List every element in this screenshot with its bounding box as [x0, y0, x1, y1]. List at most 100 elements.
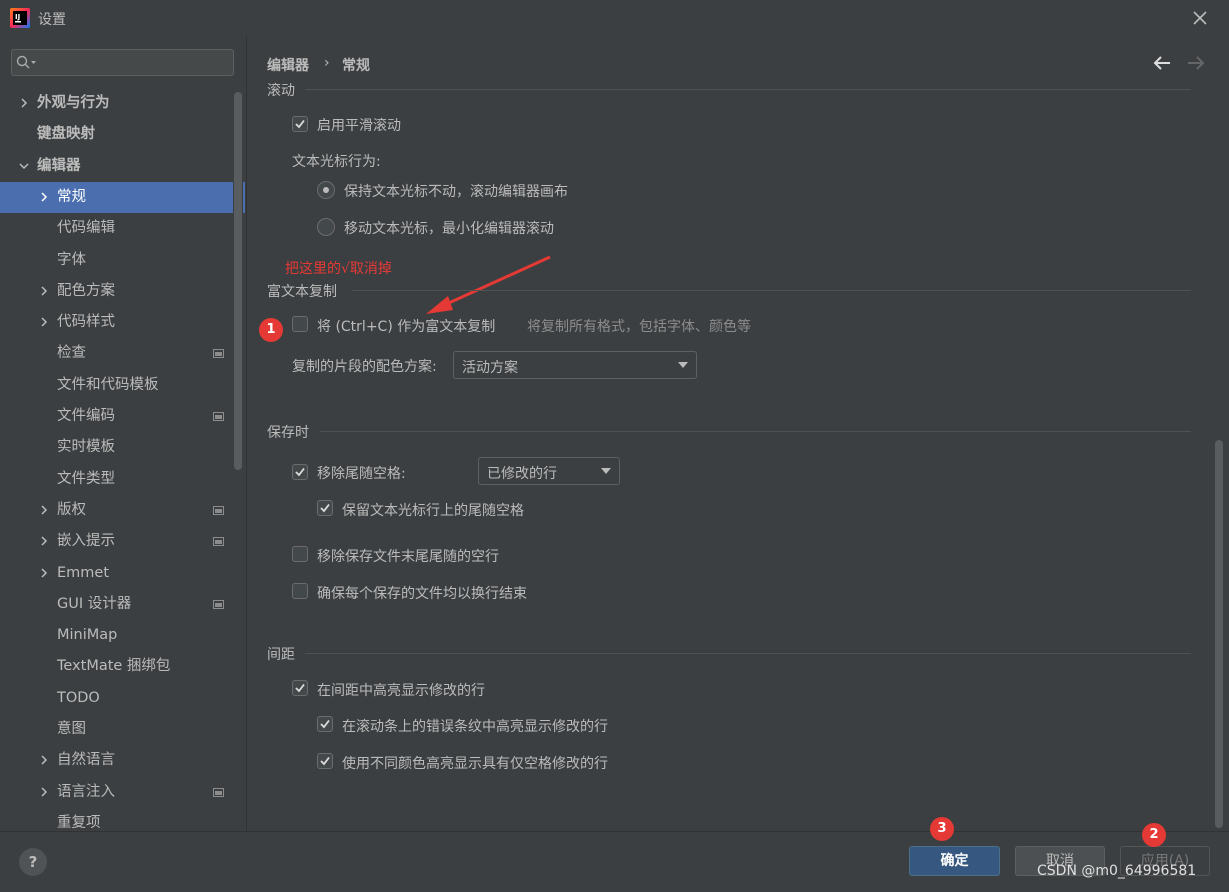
project-scope-icon [213, 600, 224, 609]
strip-trailing-dropdown[interactable]: 已修改的行 [478, 457, 620, 485]
chevron-down-icon [601, 468, 611, 474]
annotation-note: 把这里的√取消掉 [285, 261, 392, 277]
title-bar [0, 0, 1229, 36]
sidebar-item-label: 意图 [57, 721, 86, 737]
smooth-scroll-label: 启用平滑滚动 [317, 118, 401, 134]
sidebar-item-label: 嵌入提示 [57, 533, 115, 549]
remove-trailing-blank-lines-checkbox[interactable] [292, 546, 308, 562]
radio-selected-dot [323, 187, 329, 193]
sidebar-item[interactable]: 实时模板 [0, 432, 245, 463]
sidebar-item-label: Emmet [57, 565, 110, 581]
sidebar-item[interactable]: 文件编码 [0, 401, 245, 432]
breadcrumb-current: 常规 [342, 58, 370, 74]
project-scope-icon [213, 349, 224, 358]
close-icon[interactable] [1188, 6, 1212, 30]
sidebar-item-label: 键盘映射 [37, 126, 95, 142]
sidebar-item[interactable]: 代码样式 [0, 307, 245, 338]
sidebar-item-label: 文件类型 [57, 471, 115, 487]
strip-trailing-checkbox[interactable] [292, 464, 308, 480]
chevron-right-icon[interactable] [38, 316, 50, 328]
chevron-right-icon[interactable] [38, 786, 50, 798]
forward-arrow-icon [1188, 56, 1205, 70]
chevron-right-icon[interactable] [38, 285, 50, 297]
chevron-down-icon[interactable] [18, 160, 30, 172]
sidebar-item-label: GUI 设计器 [57, 596, 132, 612]
sidebar-item[interactable]: 配色方案 [0, 276, 245, 307]
caret-behavior-label: 文本光标行为: [292, 154, 381, 170]
sidebar-item-label: 文件编码 [57, 408, 115, 424]
strip-trailing-label: 移除尾随空格: [317, 466, 406, 482]
back-arrow-icon[interactable] [1151, 54, 1173, 72]
keep-caret-whitespace-checkbox[interactable] [317, 500, 333, 516]
project-scope-icon [213, 537, 224, 546]
settings-search-input[interactable] [11, 49, 234, 76]
copy-scheme-dropdown[interactable]: 活动方案 [453, 351, 697, 379]
copy-as-rich-text-checkbox[interactable] [292, 316, 308, 332]
search-icon [16, 55, 36, 69]
sidebar-item-label: 字体 [57, 252, 86, 268]
ensure-newline-label: 确保每个保存的文件均以换行结束 [317, 586, 527, 602]
sidebar-item[interactable]: 外观与行为 [0, 88, 245, 119]
section-title-rich-copy: 富文本复制 [267, 284, 337, 300]
copy-as-rich-text-hint: 将复制所有格式，包括字体、颜色等 [527, 319, 751, 335]
content-scrollbar[interactable] [1215, 440, 1223, 828]
sidebar-item-label: 自然语言 [57, 752, 115, 768]
keep-caret-whitespace-label: 保留文本光标行上的尾随空格 [342, 503, 524, 519]
radio-move-caret[interactable] [317, 218, 335, 236]
sidebar-item-label: 代码编辑 [57, 220, 115, 236]
sidebar-item[interactable]: Emmet [0, 558, 245, 589]
chevron-right-icon[interactable] [38, 504, 50, 516]
whitespace-color-checkbox[interactable] [317, 753, 333, 769]
section-divider [305, 653, 1191, 654]
csdn-watermark: CSDN @m0_64996581 [1037, 863, 1197, 879]
sidebar-item-label: 语言注入 [57, 784, 115, 800]
sidebar-item-label: 版权 [57, 502, 86, 518]
sidebar-item[interactable]: 常规 [0, 182, 245, 213]
remove-trailing-blank-lines-label: 移除保存文件末尾尾随的空行 [317, 549, 499, 565]
sidebar-item[interactable]: 文件类型 [0, 464, 245, 495]
sidebar-item[interactable]: 版权 [0, 495, 245, 526]
project-scope-icon [213, 412, 224, 421]
ensure-newline-checkbox[interactable] [292, 583, 308, 599]
annotation-badge-1: 1 [259, 318, 283, 342]
sidebar-item-label: 代码样式 [57, 314, 115, 330]
sidebar-item[interactable]: 键盘映射 [0, 119, 245, 150]
help-button[interactable]: ? [19, 848, 47, 876]
sidebar-item[interactable]: 自然语言 [0, 745, 245, 776]
sidebar-item[interactable]: 语言注入 [0, 777, 245, 808]
chevron-right-icon[interactable] [38, 567, 50, 579]
smooth-scroll-checkbox[interactable] [292, 116, 308, 132]
sidebar-item-label: 外观与行为 [37, 95, 110, 111]
copy-as-rich-text-label: 将 (Ctrl+C) 作为富文本复制 [317, 319, 496, 335]
ok-button[interactable]: 确定 [909, 846, 1000, 876]
chevron-right-icon[interactable] [18, 97, 30, 109]
breadcrumb-separator: › [324, 55, 330, 71]
sidebar-item[interactable]: 意图 [0, 714, 245, 745]
sidebar-item[interactable]: 编辑器 [0, 151, 245, 182]
sidebar-item[interactable]: TextMate 捆绑包 [0, 651, 245, 682]
copy-scheme-label: 复制的片段的配色方案: [292, 359, 437, 375]
breadcrumb-parent[interactable]: 编辑器 [267, 55, 309, 75]
section-title-gutter: 间距 [267, 647, 295, 663]
sidebar-item[interactable]: TODO [0, 683, 245, 714]
chevron-right-icon[interactable] [38, 191, 50, 203]
sidebar-item[interactable]: 代码编辑 [0, 213, 245, 244]
highlight-modified-label: 在间距中高亮显示修改的行 [317, 683, 485, 699]
radio-keep-caret[interactable] [317, 181, 335, 199]
sidebar-item[interactable]: 文件和代码模板 [0, 370, 245, 401]
sidebar-item[interactable]: MiniMap [0, 620, 245, 651]
section-title-scrolling: 滚动 [267, 83, 295, 99]
annotation-badge-3: 3 [930, 817, 954, 841]
error-stripe-checkbox[interactable] [317, 716, 333, 732]
sidebar-scrollbar[interactable] [234, 92, 242, 470]
sidebar-item[interactable]: 嵌入提示 [0, 526, 245, 557]
error-stripe-label: 在滚动条上的错误条纹中高亮显示修改的行 [342, 719, 608, 735]
intellij-app-icon: IJ [10, 8, 30, 28]
sidebar-item[interactable]: GUI 设计器 [0, 589, 245, 620]
sidebar-item[interactable]: 检查 [0, 338, 245, 369]
chevron-right-icon[interactable] [38, 535, 50, 547]
sidebar-item[interactable]: 字体 [0, 245, 245, 276]
copy-scheme-value: 活动方案 [462, 360, 518, 376]
chevron-right-icon[interactable] [38, 754, 50, 766]
highlight-modified-checkbox[interactable] [292, 680, 308, 696]
